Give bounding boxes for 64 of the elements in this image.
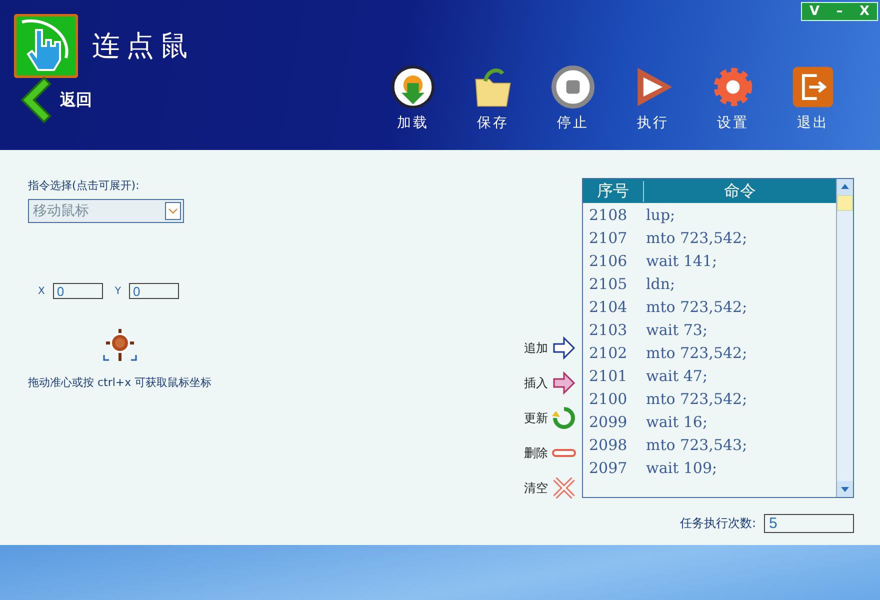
window-control-button[interactable]: V bbox=[802, 3, 827, 20]
coordinate-label: X bbox=[38, 286, 45, 296]
settings-button[interactable]: 设置 bbox=[704, 64, 762, 132]
table-cell-text: mto 723,542; bbox=[646, 228, 748, 246]
table-cell-text: 2099 bbox=[588, 412, 628, 430]
table-cell-text: lup; bbox=[646, 206, 676, 224]
repeat-count-field[interactable]: 5 bbox=[764, 514, 854, 533]
stop-button[interactable]: 停止 bbox=[544, 64, 602, 132]
table-cell-text: 2102 bbox=[588, 344, 628, 362]
scrollbar[interactable] bbox=[836, 179, 853, 497]
scroll-up-icon[interactable] bbox=[837, 179, 853, 195]
table-cell-text: mto 723,542; bbox=[646, 344, 748, 362]
coordinate-field[interactable]: 0 bbox=[128, 283, 179, 299]
delete-button[interactable]: 删除 bbox=[524, 441, 584, 465]
refresh-icon bbox=[552, 406, 576, 430]
download-icon bbox=[390, 64, 436, 110]
window-control-button[interactable]: – bbox=[827, 3, 852, 20]
table-cell-text: 2105 bbox=[588, 274, 628, 292]
table-cell-text: wait 47; bbox=[646, 366, 709, 384]
load-button[interactable]: 加载 bbox=[384, 64, 442, 132]
scroll-thumb[interactable] bbox=[837, 195, 853, 211]
table-cell-text: 2097 bbox=[588, 458, 628, 476]
stop-icon bbox=[550, 64, 596, 110]
table-cell-text: mto 723,542; bbox=[646, 298, 748, 316]
exit-button[interactable]: 退出 bbox=[784, 64, 842, 132]
exit-icon bbox=[790, 64, 836, 110]
arrow-right-icon bbox=[552, 336, 576, 360]
chevron-left-icon bbox=[18, 76, 52, 124]
clear-button[interactable]: 清空 bbox=[524, 476, 584, 500]
repeat-count-label: 任务执行次数: bbox=[680, 515, 756, 532]
hint-text: 拖动准心或按 ctrl+x 可获取鼠标坐标 bbox=[28, 375, 212, 390]
table-cell-text: ldn; bbox=[646, 274, 676, 292]
command-select-label: 指令选择(点击可展开): bbox=[28, 178, 140, 193]
coordinate-label: Y bbox=[114, 286, 121, 296]
run-button[interactable]: 执行 bbox=[624, 64, 682, 132]
insert-button[interactable]: 插入 bbox=[524, 371, 584, 395]
table-cell-text: wait 73; bbox=[646, 320, 709, 338]
table-cell-text: 2101 bbox=[588, 366, 628, 384]
save-button[interactable]: 保存 bbox=[464, 64, 522, 132]
scroll-down-icon[interactable] bbox=[837, 481, 853, 497]
app-logo-icon bbox=[14, 14, 78, 78]
arrow-right-icon bbox=[552, 371, 576, 395]
app-title: 连点鼠 bbox=[92, 28, 194, 64]
append-button[interactable]: 追加 bbox=[524, 336, 584, 360]
window-control-button[interactable]: X bbox=[852, 3, 877, 20]
back-button[interactable]: 返回 bbox=[14, 76, 92, 124]
cross-icon bbox=[552, 476, 576, 500]
update-button[interactable]: 更新 bbox=[524, 406, 584, 430]
coordinate-field[interactable]: 0 bbox=[52, 283, 103, 299]
table-cell-text: 2103 bbox=[588, 320, 628, 338]
dropdown-caret-icon bbox=[165, 202, 181, 220]
table-cell-text: wait 109; bbox=[646, 458, 718, 476]
table-cell-text: wait 141; bbox=[646, 252, 718, 270]
table-cell-text: 2106 bbox=[588, 252, 628, 270]
table-cell-text: 2098 bbox=[588, 436, 628, 454]
table-cell-text: 2108 bbox=[588, 206, 628, 224]
table-cell-text: wait 16; bbox=[646, 412, 709, 430]
column-header: 序号 bbox=[583, 180, 644, 202]
table-cell-text: mto 723,543; bbox=[646, 436, 748, 454]
table-cell-text: 2100 bbox=[588, 390, 628, 408]
table-cell-text: 2107 bbox=[588, 228, 628, 246]
column-header: 命令 bbox=[723, 180, 757, 202]
table-cell-text: mto 723,542; bbox=[646, 390, 748, 408]
table-cell-text: 2104 bbox=[588, 298, 628, 316]
